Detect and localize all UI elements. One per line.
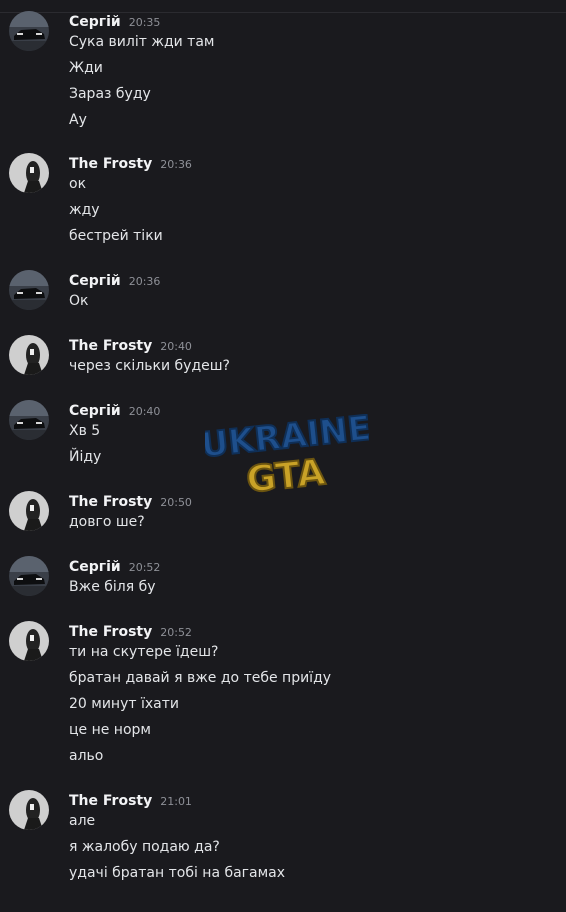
car-avatar[interactable] [9, 400, 49, 440]
message-text: це не норм [69, 722, 151, 738]
message-text: Жди [69, 60, 103, 76]
username[interactable]: Сергій [69, 559, 121, 575]
hooded-figure-avatar[interactable] [9, 153, 49, 193]
message-text: Ок [69, 293, 89, 309]
timestamp: 20:50 [160, 496, 192, 509]
chat-log: Сергій 20:35 Сука виліт жди там Жди Зараз… [0, 0, 566, 912]
message-text: Зараз буду [69, 86, 151, 102]
car-avatar[interactable] [9, 556, 49, 596]
username[interactable]: The Frosty [69, 338, 152, 354]
message-header: The Frosty 20:36 [69, 153, 192, 172]
username[interactable]: The Frosty [69, 793, 152, 809]
message-header: The Frosty 21:01 [69, 790, 192, 809]
watermark-line2: GTA [245, 452, 328, 496]
message-header: The Frosty 20:40 [69, 335, 192, 354]
timestamp: 20:36 [160, 158, 192, 171]
message-text: я жалобу подаю да? [69, 839, 220, 855]
username[interactable]: The Frosty [69, 156, 152, 172]
timestamp: 20:40 [128, 405, 161, 418]
timestamp: 20:36 [128, 275, 161, 288]
message-header: Сергій 20:35 [69, 11, 161, 30]
message-text: Вже біля бу [69, 579, 156, 595]
message-text: ти на скутере їдеш? [69, 644, 219, 660]
message-header: Сергій 20:40 [69, 400, 161, 419]
message-text: через скільки будеш? [69, 358, 230, 374]
username[interactable]: The Frosty [69, 624, 152, 640]
message-text: жду [69, 202, 100, 218]
message-header: The Frosty 20:50 [69, 491, 192, 510]
username[interactable]: Сергій [69, 14, 121, 30]
message-text: бестрей тіки [69, 228, 163, 244]
message-header: Сергій 20:52 [69, 556, 161, 575]
watermark-line1: UKRAINE [205, 414, 369, 466]
message-text: удачі братан тобі на багамах [69, 865, 286, 881]
car-avatar[interactable] [9, 11, 49, 51]
message-text: Сука виліт жди там [69, 34, 215, 50]
message-text: ок [69, 176, 87, 192]
hooded-figure-avatar[interactable] [9, 335, 49, 375]
timestamp: 20:35 [128, 16, 161, 29]
message-text: братан давай я вже до тебе приїду [69, 670, 332, 686]
message-text: 20 минут їхати [69, 696, 179, 712]
hooded-figure-avatar[interactable] [9, 790, 49, 830]
car-avatar[interactable] [9, 270, 49, 310]
username[interactable]: Сергій [69, 273, 121, 289]
username[interactable]: Сергій [69, 403, 121, 419]
timestamp: 20:52 [160, 626, 192, 639]
timestamp: 21:01 [160, 795, 192, 808]
timestamp: 20:40 [160, 340, 192, 353]
hooded-figure-avatar[interactable] [9, 491, 49, 531]
username[interactable]: The Frosty [69, 494, 152, 510]
ukraine-gta-watermark-logo: UKRAINE GTA [205, 414, 369, 496]
message-text: але [69, 813, 96, 829]
message-text: Ау [69, 112, 87, 128]
message-text: довго ше? [69, 514, 145, 530]
message-text: альо [69, 748, 104, 764]
message-text: Хв 5 [69, 423, 101, 439]
message-text: Йіду [69, 449, 102, 465]
timestamp: 20:52 [128, 561, 161, 574]
hooded-figure-avatar[interactable] [9, 621, 49, 661]
message-header: The Frosty 20:52 [69, 621, 192, 640]
message-header: Сергій 20:36 [69, 270, 161, 289]
